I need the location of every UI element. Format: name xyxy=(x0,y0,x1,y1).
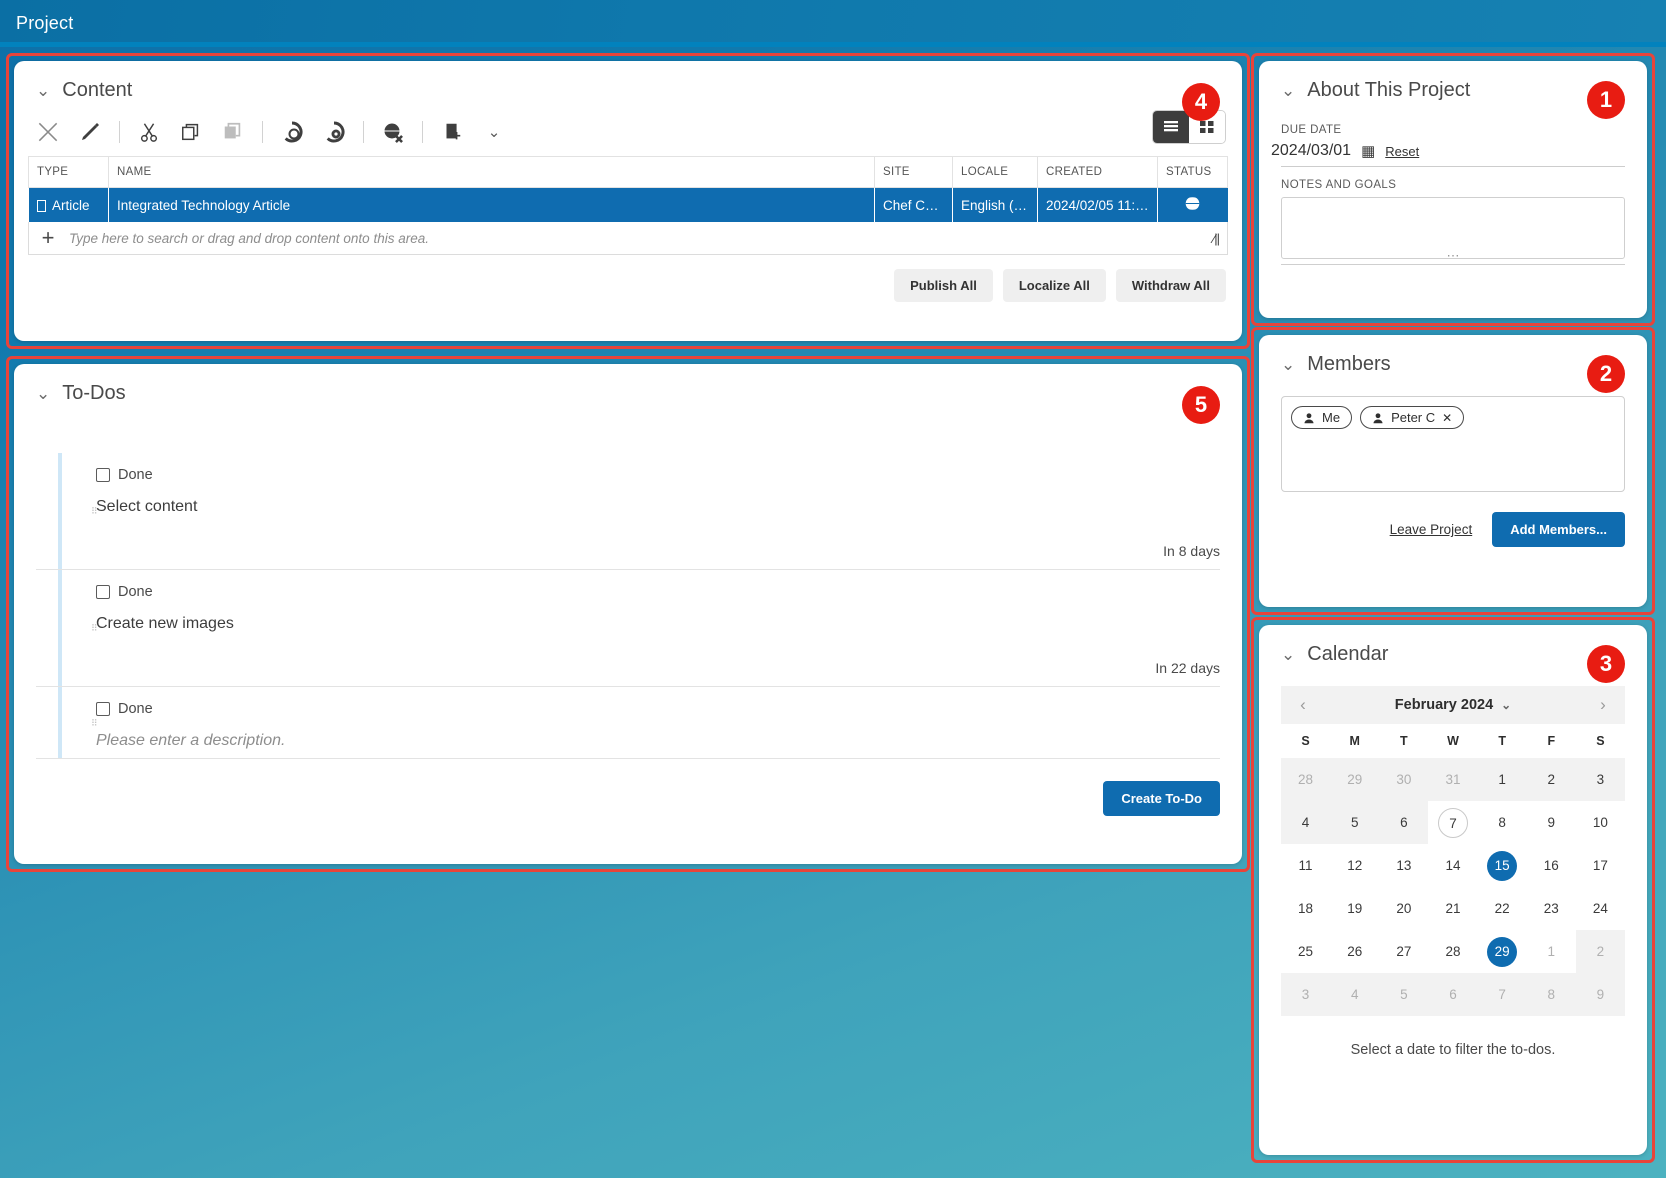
window-title-bar: Project xyxy=(0,0,1666,47)
highlight-region-1 xyxy=(1251,53,1655,326)
highlight-region-5 xyxy=(6,356,1250,872)
highlight-region-4 xyxy=(6,53,1250,349)
highlight-region-2 xyxy=(1251,327,1655,615)
highlight-region-3 xyxy=(1251,617,1655,1163)
page-title: Project xyxy=(16,13,74,33)
